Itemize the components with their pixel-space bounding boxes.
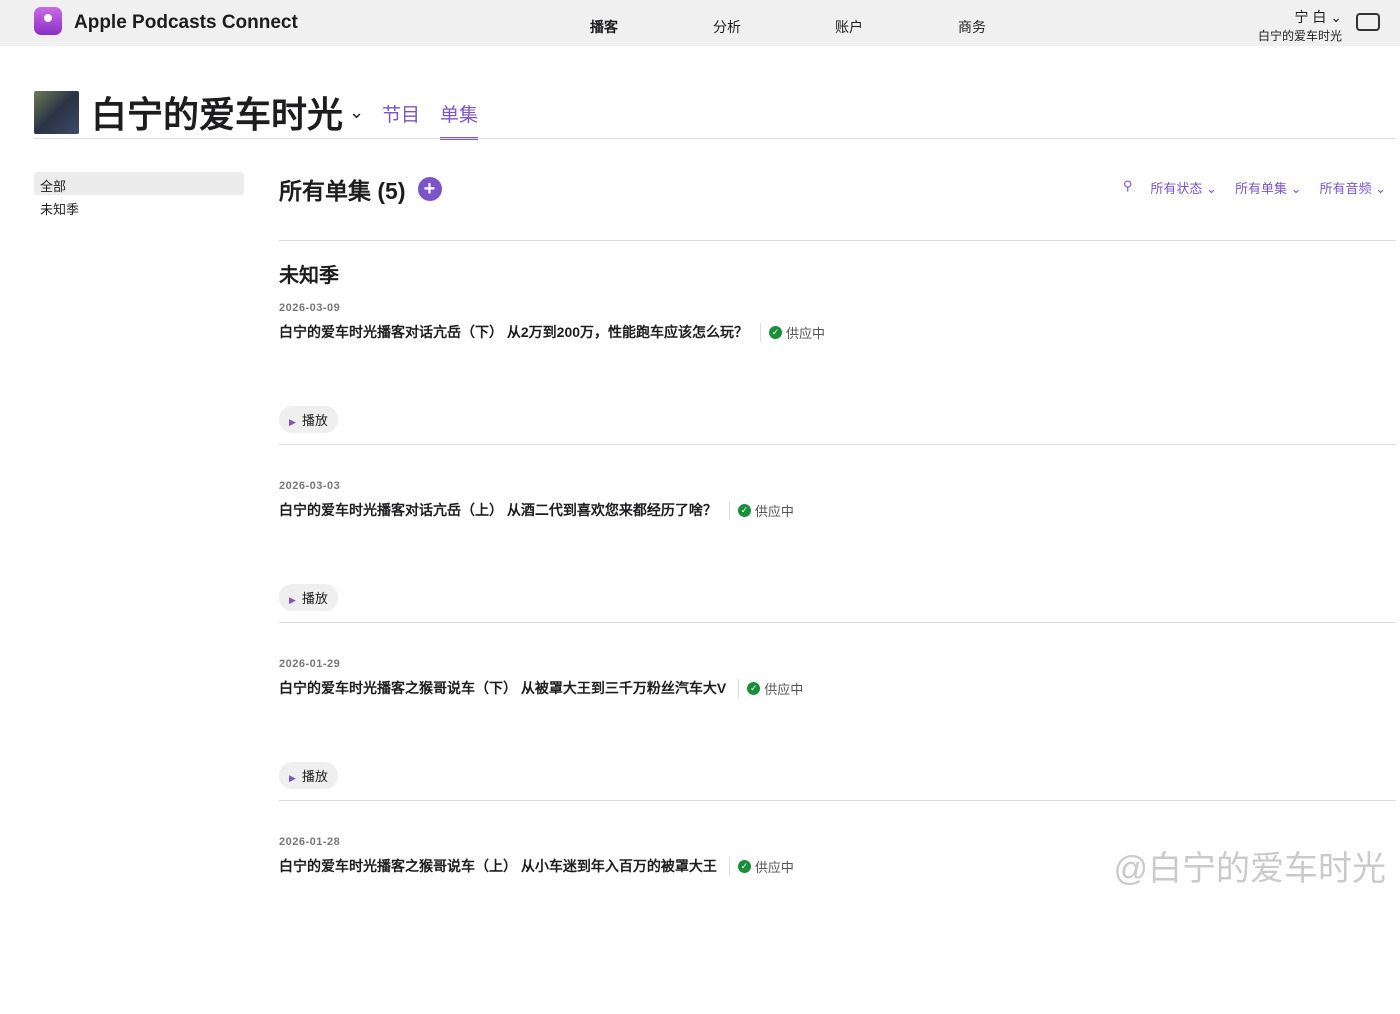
status-badge: ✓ 供应中 xyxy=(728,500,794,520)
episode-title[interactable]: 白宁的爱车时光播客之猴哥说车（下） 从被罩大王到三千万粉丝汽车大V xyxy=(279,678,726,698)
watermark: @白宁的爱车时光 xyxy=(1113,850,1386,888)
section-title: 所有单集 (5) xyxy=(279,178,406,204)
divider xyxy=(279,240,1396,241)
play-icon: ▶ xyxy=(289,417,296,427)
show-cover xyxy=(34,90,79,134)
play-icon: ▶ xyxy=(289,773,296,783)
filter-status[interactable]: 所有状态 ⌄ xyxy=(1150,178,1217,197)
check-icon: ✓ xyxy=(769,325,783,339)
sidebar-item-all[interactable]: 全部 xyxy=(34,172,244,195)
inbox-icon[interactable] xyxy=(1356,13,1380,31)
search-icon[interactable]: ⚲ xyxy=(1123,178,1133,197)
season-title: 未知季 xyxy=(279,265,339,287)
nav-analytics[interactable]: 分析 xyxy=(713,17,741,37)
user-menu[interactable]: 宁 白 ⌄ 白宁的爱车时光 xyxy=(1258,7,1342,44)
play-button[interactable]: ▶ 播放 xyxy=(279,406,338,433)
page-title[interactable]: 白宁的爱车时光 xyxy=(91,86,343,138)
sidebar: 全部 未知季 xyxy=(34,172,244,218)
nav-podcasts[interactable]: 播客 xyxy=(590,17,618,37)
status-badge: ✓ 供应中 xyxy=(760,322,825,342)
episode-title[interactable]: 白宁的爱车时光播客对话亢岳（下） 从2万到200万，性能跑车应该怎么玩？ xyxy=(279,322,748,342)
nav-business[interactable]: 商务 xyxy=(958,17,986,37)
nav-account[interactable]: 账户 xyxy=(835,17,863,37)
check-icon: ✓ xyxy=(737,503,751,517)
filter-episodes[interactable]: 所有单集 ⌄ xyxy=(1235,178,1302,197)
episode-date: 2026-03-09 xyxy=(279,302,341,314)
play-button[interactable]: ▶ 播放 xyxy=(279,762,338,789)
top-bar: Apple Podcasts Connect 播客 分析 账户 商务 宁 白 ⌄… xyxy=(0,0,1400,46)
play-button[interactable]: ▶ 播放 xyxy=(279,584,338,611)
sidebar-item-unknown-season[interactable]: 未知季 xyxy=(34,195,244,218)
status-badge: ✓ 供应中 xyxy=(738,678,803,698)
play-icon: ▶ xyxy=(289,595,296,605)
check-icon: ✓ xyxy=(737,859,751,873)
show-header: 白宁的爱车时光 ⌄ xyxy=(34,86,364,138)
episode-date: 2026-01-29 xyxy=(279,658,341,670)
add-episode-button[interactable]: + xyxy=(417,177,442,201)
tab-episodes[interactable]: 单集 xyxy=(440,100,479,140)
app-title: Apple Podcasts Connect xyxy=(74,12,298,33)
divider xyxy=(34,138,1396,139)
episode-title[interactable]: 白宁的爱车时光播客对话亢岳（上） 从酒二代到喜欢您来都经历了啥？ xyxy=(279,500,717,520)
episode-row: 2026-01-29 白宁的爱车时光播客之猴哥说车（下） 从被罩大王到三千万粉丝… xyxy=(279,658,1396,836)
user-name: 宁 白 xyxy=(1294,9,1327,25)
chevron-down-icon: ⌄ xyxy=(1330,9,1342,25)
episode-title[interactable]: 白宁的爱车时光播客之猴哥说车（上） 从小车迷到年入百万的被罩大王 xyxy=(279,856,717,876)
filter-audio[interactable]: 所有音频 ⌄ xyxy=(1319,178,1386,197)
episodes-panel: 所有单集 (5) + ⚲ 所有状态 ⌄ 所有单集 ⌄ 所有音频 ⌄ 未知季 202… xyxy=(279,172,1396,876)
episode-row: 2026-03-09 白宁的爱车时光播客对话亢岳（下） 从2万到200万，性能跑… xyxy=(279,302,1396,480)
tab-show[interactable]: 节目 xyxy=(382,100,420,127)
podcasts-logo-icon xyxy=(34,7,62,35)
check-icon: ✓ xyxy=(747,681,761,695)
chevron-down-icon[interactable]: ⌄ xyxy=(349,102,364,123)
status-badge: ✓ 供应中 xyxy=(728,856,794,876)
user-show: 白宁的爱车时光 xyxy=(1257,29,1342,43)
episode-date: 2026-03-03 xyxy=(279,480,341,492)
episode-row: 2026-03-03 白宁的爱车时光播客对话亢岳（上） 从酒二代到喜欢您来都经历… xyxy=(279,480,1396,658)
